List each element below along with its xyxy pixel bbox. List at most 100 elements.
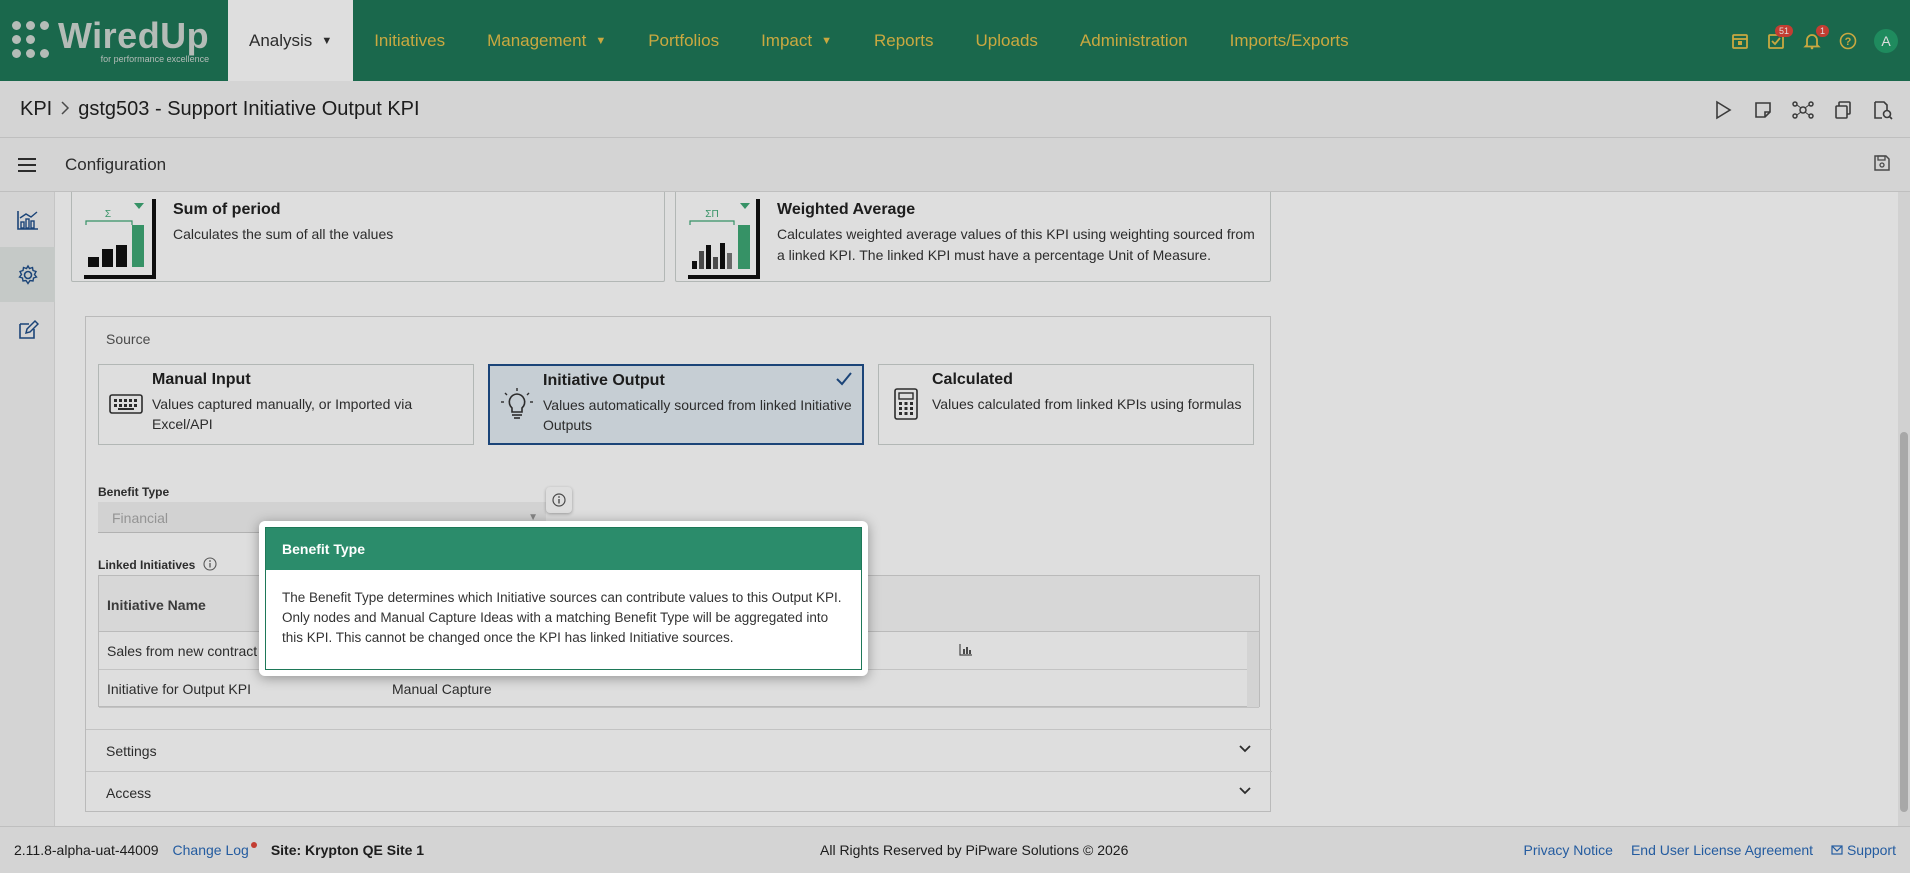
configuration-bar: Configuration xyxy=(0,138,1910,192)
chart-cell-icon[interactable] xyxy=(959,643,973,659)
source-calculated[interactable]: Calculated Values calculated from linked… xyxy=(878,364,1254,445)
benefit-type-value: Financial xyxy=(112,510,169,526)
tooltip-title: Benefit Type xyxy=(266,528,861,570)
source-manual-input[interactable]: Manual Input Values captured manually, o… xyxy=(98,364,474,445)
caret-down-icon: ▼ xyxy=(595,34,607,47)
keyboard-icon xyxy=(109,394,143,414)
info-icon[interactable] xyxy=(203,557,217,571)
caret-down-icon: ▼ xyxy=(321,34,333,47)
weighted-chart-icon: ΣΠ xyxy=(688,199,760,279)
network-icon[interactable] xyxy=(1790,97,1816,123)
wiredup-logo[interactable]: WiredUp for performance excellence xyxy=(0,0,228,81)
user-avatar[interactable]: A xyxy=(1874,28,1898,53)
sum-chart-icon: Σ xyxy=(84,199,156,279)
aggregation-weighted-card[interactable]: ΣΠ Weighted Average Calculates weighted … xyxy=(675,192,1271,282)
calendar-icon[interactable] xyxy=(1722,23,1758,59)
hamburger-menu-icon[interactable] xyxy=(0,157,54,173)
tasks-icon[interactable]: 51 xyxy=(1758,23,1794,59)
nav-imports-exports[interactable]: Imports/Exports xyxy=(1209,0,1370,81)
copyright-text: All Rights Reserved by PiPware Solutions… xyxy=(820,842,1129,858)
help-icon[interactable]: ? xyxy=(1830,23,1866,59)
manual-input-title: Manual Input xyxy=(152,371,251,388)
scrollbar-thumb[interactable] xyxy=(1900,432,1908,812)
chevron-right-icon xyxy=(60,98,70,121)
nav-administration[interactable]: Administration xyxy=(1059,0,1209,81)
settings-accordion[interactable]: Settings xyxy=(86,729,1272,771)
weighted-desc: Calculates weighted average values of th… xyxy=(777,226,1255,263)
mail-icon xyxy=(1831,845,1843,855)
bell-icon[interactable]: 1 xyxy=(1794,23,1830,59)
site-text: Site: Krypton QE Site 1 xyxy=(270,842,425,858)
benefit-type-tooltip: Benefit Type The Benefit Type determines… xyxy=(259,521,868,676)
nav-portfolios[interactable]: Portfolios xyxy=(627,0,740,81)
aggregation-sum-card[interactable]: Σ Sum of period Calculates the sum of al… xyxy=(71,192,665,282)
initiative-name-cell: Initiative for Output KPI xyxy=(107,681,251,697)
page-scrollbar[interactable] xyxy=(1898,192,1910,826)
nav-uploads[interactable]: Uploads xyxy=(955,0,1059,81)
copy-icon[interactable] xyxy=(1830,97,1856,123)
benefit-type-info-button[interactable] xyxy=(546,487,572,513)
play-icon[interactable] xyxy=(1710,97,1736,123)
eula-link[interactable]: End User License Agreement xyxy=(1631,842,1813,858)
lightbulb-icon xyxy=(501,388,533,419)
calculated-title: Calculated xyxy=(932,371,1013,388)
chevron-down-icon xyxy=(1238,783,1252,799)
page-title-bar: KPI gstg503 - Support Initiative Output … xyxy=(0,81,1910,138)
sum-title: Sum of period xyxy=(173,201,281,218)
rail-chart[interactable] xyxy=(0,192,55,247)
save-icon[interactable] xyxy=(1872,153,1892,178)
privacy-link[interactable]: Privacy Notice xyxy=(1523,842,1612,858)
svg-text:?: ? xyxy=(1845,36,1852,48)
gear-icon xyxy=(17,264,38,285)
table-scrollbar[interactable] xyxy=(1247,632,1259,707)
source-title: Source xyxy=(106,331,151,347)
page-title: gstg503 - Support Initiative Output KPI xyxy=(78,97,420,120)
top-navbar: WiredUp for performance excellence Analy… xyxy=(0,0,1910,81)
nav-uploads-label: Uploads xyxy=(975,30,1038,50)
initiative-output-title: Initiative Output xyxy=(543,372,665,389)
initiative-output-desc: Values automatically sourced from linked… xyxy=(543,397,852,433)
logo-tagline: for performance excellence xyxy=(100,53,210,64)
side-rail xyxy=(0,192,55,826)
initiative-name-header[interactable]: Initiative Name xyxy=(107,597,206,613)
nav-initiatives-label: Initiatives xyxy=(374,30,446,50)
svg-text:ΣΠ: ΣΠ xyxy=(705,209,718,220)
sum-desc: Calculates the sum of all the values xyxy=(173,226,394,242)
main-content: Σ Sum of period Calculates the sum of al… xyxy=(55,192,1898,826)
tasks-badge: 51 xyxy=(1774,24,1793,37)
nav-reports[interactable]: Reports xyxy=(853,0,955,81)
note-icon[interactable] xyxy=(1750,97,1776,123)
linked-initiatives-text: Linked Initiatives xyxy=(98,558,196,572)
changelog-label: Change Log xyxy=(172,842,249,858)
nav-reports-label: Reports xyxy=(874,30,934,50)
rail-settings[interactable] xyxy=(0,247,55,302)
weighted-title: Weighted Average xyxy=(777,201,916,218)
initiative-name-cell: Sales from new contract xyxy=(107,643,258,659)
breadcrumb-root[interactable]: KPI xyxy=(20,98,52,121)
support-link[interactable]: Support xyxy=(1831,842,1896,858)
nav-management[interactable]: Management ▼ xyxy=(466,0,627,81)
source-initiative-output[interactable]: Initiative Output Values automatically s… xyxy=(488,364,864,445)
chart-icon xyxy=(16,210,38,230)
calculator-icon xyxy=(894,388,918,420)
changelog-link[interactable]: Change Log xyxy=(173,842,257,858)
nav-analysis[interactable]: Analysis ▼ xyxy=(228,0,354,81)
nav-administration-label: Administration xyxy=(1079,30,1188,50)
access-accordion[interactable]: Access xyxy=(86,771,1272,813)
logo-text: WiredUp xyxy=(58,14,210,56)
svg-text:Σ: Σ xyxy=(105,209,111,220)
nav-initiatives[interactable]: Initiatives xyxy=(353,0,466,81)
access-label: Access xyxy=(106,785,152,801)
calculated-desc: Values calculated from linked KPIs using… xyxy=(932,396,1242,412)
source-type-cell: Manual Capture xyxy=(392,681,492,697)
rail-edit[interactable] xyxy=(0,302,55,357)
manual-input-desc: Values captured manually, or Imported vi… xyxy=(152,396,413,432)
chevron-down-icon xyxy=(1238,741,1252,757)
nav-portfolios-label: Portfolios xyxy=(648,30,720,50)
tooltip-body: The Benefit Type determines which Initia… xyxy=(282,590,842,645)
benefit-type-label: Benefit Type xyxy=(98,485,170,499)
nav-impact[interactable]: Impact ▼ xyxy=(740,0,853,81)
search-document-icon[interactable] xyxy=(1870,97,1896,123)
nav-impact-label: Impact xyxy=(761,30,813,50)
caret-down-icon: ▼ xyxy=(821,34,832,47)
